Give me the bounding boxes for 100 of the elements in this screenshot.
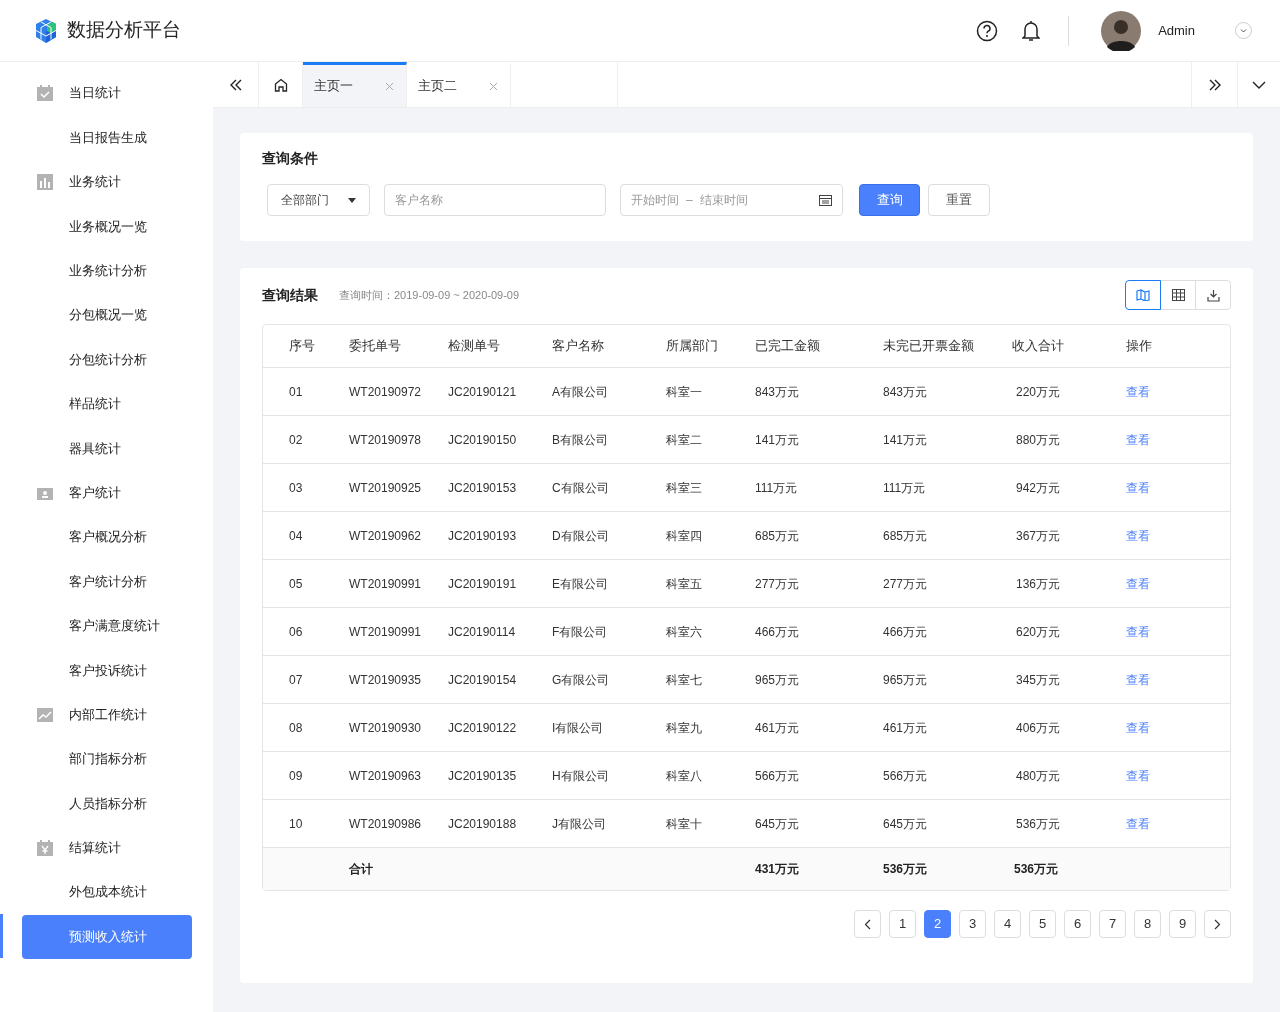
view-link[interactable]: 查看 [1126, 430, 1206, 449]
table-cell-text: 480万元 [1015, 767, 1062, 785]
page-button[interactable]: 5 [1029, 910, 1056, 938]
close-icon[interactable] [489, 81, 498, 91]
customer-field[interactable]: 客户名称 [384, 184, 606, 216]
app-title: 数据分析平台 [67, 18, 181, 43]
total-cell-text: 536万元 [883, 861, 929, 878]
help-icon[interactable] [976, 19, 999, 42]
sidebar-item[interactable]: 客户概况分析 [22, 515, 192, 560]
section-title: 查询条件 [262, 149, 319, 168]
view-link[interactable]: 查看 [1126, 814, 1206, 833]
table-cell-text: 277万元 [883, 575, 929, 593]
table-cell-text: 136万元 [1015, 575, 1062, 593]
table-cell-text: 04 [288, 527, 304, 545]
column-header: 序号 [288, 337, 316, 356]
search-button[interactable]: 查询 [859, 184, 920, 216]
calendar-icon [819, 194, 832, 206]
table-cell-text: WT20190978 [349, 431, 423, 449]
view-link[interactable]: 查看 [1126, 670, 1206, 689]
table-cell-text: 09 [288, 767, 304, 785]
sidebar-item[interactable]: 样品统计 [22, 381, 192, 426]
table-cell-text: 843万元 [883, 383, 929, 401]
view-link[interactable]: 查看 [1126, 478, 1206, 497]
page-button[interactable]: 6 [1064, 910, 1091, 938]
sidebar-item[interactable]: 当日统计 [22, 71, 192, 116]
table-cell-text: 645万元 [883, 815, 929, 833]
page-button[interactable]: 1 [889, 910, 916, 938]
table-cell-text: 566万元 [755, 767, 801, 785]
table-cell-text: 科室九 [666, 719, 703, 737]
close-icon[interactable] [385, 81, 394, 91]
view-link[interactable]: 查看 [1126, 526, 1206, 545]
table-cell-text: JC20190193 [448, 527, 518, 545]
view-link[interactable]: 查看 [1126, 382, 1206, 401]
table-cell-text: 965万元 [755, 671, 801, 689]
table-view-button[interactable] [1160, 280, 1196, 310]
active-indicator [0, 914, 3, 959]
chevron-down-icon[interactable] [1235, 22, 1252, 39]
sidebar-item[interactable]: 业务统计分析 [22, 248, 192, 293]
reset-button[interactable]: 重置 [928, 184, 990, 216]
table-cell-text: WT20190991 [349, 623, 423, 641]
page-button[interactable]: 3 [959, 910, 986, 938]
sidebar-item[interactable]: 器具统计 [22, 426, 192, 471]
table-cell-text: F有限公司 [552, 623, 609, 641]
view-link[interactable]: 查看 [1126, 622, 1206, 641]
sidebar-item[interactable]: 结算统计 [22, 825, 192, 870]
sidebar-item[interactable]: 外包成本统计 [22, 870, 192, 915]
next-page-button[interactable] [1204, 910, 1231, 938]
column-header: 操作 [1126, 337, 1153, 356]
sidebar-item[interactable]: 分包统计分析 [22, 337, 192, 382]
table-cell-text: 141万元 [755, 431, 801, 449]
table-cell-text: I有限公司 [552, 719, 605, 737]
table-cell-text: 965万元 [883, 671, 929, 689]
table-cell-text: 843万元 [755, 383, 801, 401]
sidebar-item[interactable]: 当日报告生成 [22, 115, 192, 160]
calendar-icon [36, 838, 54, 857]
sidebar-item[interactable]: 业务概况一览 [22, 204, 192, 249]
bell-icon[interactable] [1022, 19, 1041, 42]
sidebar-item[interactable]: 业务统计 [22, 159, 192, 204]
query-time: 查询时间：2019-09-09 ~ 2020-09-09 [339, 287, 520, 303]
view-link[interactable]: 查看 [1126, 718, 1206, 737]
page-button[interactable]: 9 [1169, 910, 1196, 938]
table-cell-text: 461万元 [883, 719, 929, 737]
table-cell-text: 111万元 [755, 479, 799, 497]
page-button[interactable]: 2 [924, 910, 951, 938]
sidebar-item[interactable]: 预测收入统计 [22, 914, 192, 959]
double-chevron-right-icon [1207, 78, 1222, 91]
sidebar-item[interactable]: 内部工作统计 [22, 692, 192, 737]
table-cell-text: 942万元 [1015, 479, 1062, 497]
sidebar-item[interactable]: 人员指标分析 [22, 781, 192, 826]
sidebar-item[interactable]: 客户满意度统计 [22, 603, 192, 648]
page-button[interactable]: 8 [1134, 910, 1161, 938]
view-link[interactable]: 查看 [1126, 574, 1206, 593]
sidebar-item[interactable]: 客户统计分析 [22, 559, 192, 604]
avatar[interactable] [1101, 10, 1142, 51]
table-cell-text: 10 [288, 815, 304, 833]
check-calendar-icon [36, 84, 54, 103]
table-cell-text: 277万元 [755, 575, 801, 593]
total-cell-text: 536万元 [1013, 861, 1060, 878]
table-cell-text: 367万元 [1015, 527, 1062, 545]
table-cell-text: JC20190114 [448, 623, 517, 641]
table-cell-text: JC20190150 [448, 431, 518, 449]
table-cell-text: JC20190122 [448, 719, 518, 737]
page-tab[interactable]: 主页一 [303, 62, 407, 107]
map-view-button[interactable] [1125, 280, 1161, 310]
previous-page-button[interactable] [854, 910, 881, 938]
page-button[interactable]: 7 [1099, 910, 1126, 938]
table-cell-text: 01 [288, 383, 304, 401]
table-cell-text: 02 [288, 431, 304, 449]
user-name[interactable]: Admin [1158, 20, 1195, 41]
table-cell-text: 406万元 [1015, 719, 1062, 737]
sidebar-item[interactable]: 客户统计 [22, 470, 192, 515]
table-cell-text: JC20190191 [448, 575, 518, 593]
sidebar-item[interactable]: 客户投诉统计 [22, 648, 192, 693]
view-link[interactable]: 查看 [1126, 766, 1206, 785]
page-button[interactable]: 4 [994, 910, 1021, 938]
department-select[interactable]: 全部部门 [267, 184, 370, 216]
table-cell-text: B有限公司 [552, 431, 609, 449]
table-cell-text: WT20190986 [349, 815, 423, 833]
sidebar-item[interactable]: 部门指标分析 [22, 737, 192, 782]
sidebar-item[interactable]: 分包概况一览 [22, 293, 192, 338]
